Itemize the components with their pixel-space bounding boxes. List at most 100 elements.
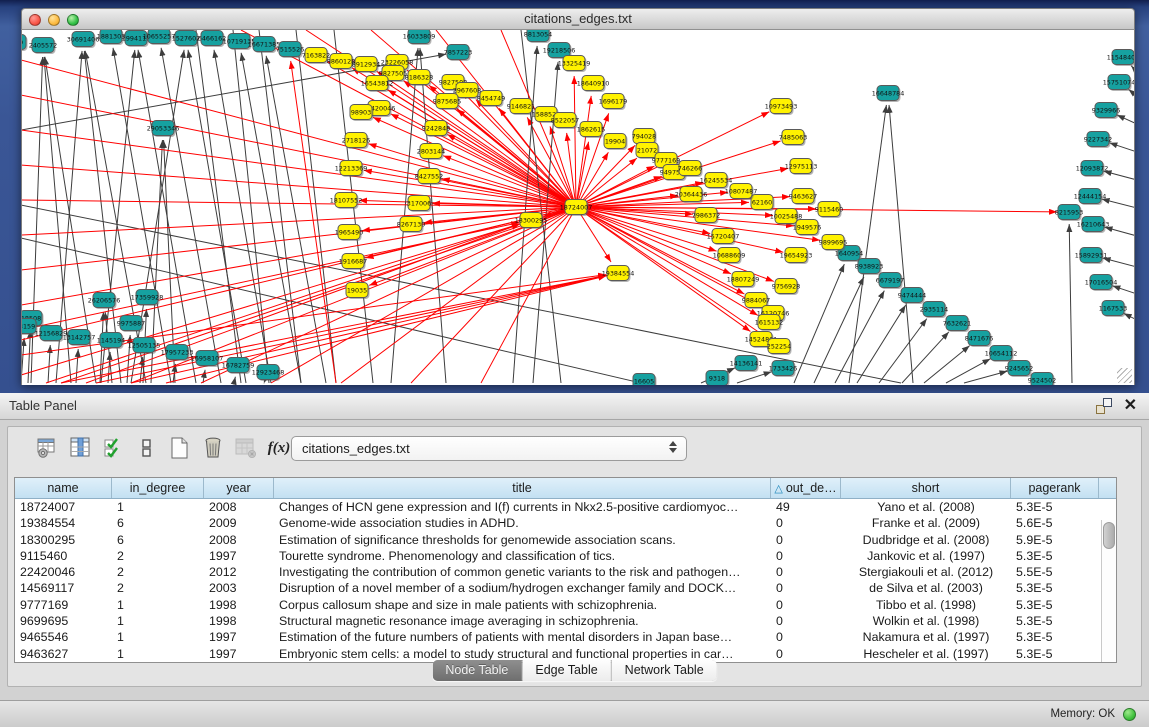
column-header-in_degree[interactable]: in_degree: [112, 478, 204, 498]
graph-edge[interactable]: [1069, 224, 1072, 383]
graph-edge[interactable]: [131, 50, 184, 383]
graph-edge[interactable]: [964, 371, 1007, 383]
table-row[interactable]: 1938455462009Genome-wide association stu…: [15, 515, 1116, 531]
graph-edge[interactable]: [22, 207, 576, 340]
table-row[interactable]: 969969511998Structural magnetic resonanc…: [15, 613, 1116, 629]
graph-node-selected[interactable]: 8912934: [352, 57, 380, 74]
graph-node[interactable]: 15892931: [1075, 248, 1108, 265]
tab-network-table[interactable]: Network Table: [612, 660, 717, 681]
graph-edge[interactable]: [576, 96, 591, 207]
graph-node[interactable]: 2935114: [920, 302, 948, 319]
graph-node[interactable]: 30691406: [67, 32, 100, 49]
graph-edge[interactable]: [737, 372, 772, 383]
rows-icon[interactable]: [135, 436, 159, 460]
graph-node[interactable]: 9227342: [1084, 132, 1112, 149]
graph-node[interactable]: 8938923: [855, 259, 883, 276]
graph-node-selected[interactable]: 12975113: [785, 159, 818, 176]
minimize-window-button[interactable]: [48, 14, 60, 26]
graph-node[interactable]: 8471676: [965, 331, 993, 348]
graph-node-selected[interactable]: 1615132: [755, 315, 783, 332]
graph-node-selected[interactable]: 15720407: [707, 229, 740, 246]
graph-node-selected[interactable]: 16245534: [700, 173, 733, 190]
graph-node[interactable]: 16605: [633, 374, 657, 386]
table-scrollbar[interactable]: [1101, 520, 1116, 662]
graph-edge[interactable]: [22, 223, 519, 330]
graph-node-selected[interactable]: 1949576: [793, 220, 821, 237]
graph-edge[interactable]: [1131, 66, 1135, 72]
tab-edge-table[interactable]: Edge Table: [522, 660, 611, 681]
graph-node-selected[interactable]: 19384554: [602, 266, 635, 283]
graph-node[interactable]: 9318: [706, 371, 730, 386]
select-all-columns-icon[interactable]: [102, 436, 126, 460]
table-row[interactable]: 2242004622012Investigating the contribut…: [15, 564, 1116, 580]
graph-edge[interactable]: [22, 338, 24, 383]
graph-node-selected[interactable]: 9899695: [819, 235, 847, 252]
graph-node-selected[interactable]: 9242848: [422, 121, 450, 138]
graph-edge[interactable]: [22, 60, 576, 207]
graph-edge[interactable]: [22, 130, 576, 207]
graph-edge[interactable]: [1109, 143, 1135, 152]
float-panel-icon[interactable]: [1096, 398, 1112, 414]
table-scrollbar-thumb[interactable]: [1103, 522, 1115, 549]
graph-edge[interactable]: [1117, 115, 1135, 124]
graph-edge[interactable]: [234, 377, 235, 383]
graph-edge[interactable]: [849, 105, 886, 383]
graph-node[interactable]: 9160: [22, 35, 28, 52]
graph-node[interactable]: 2405572: [29, 38, 57, 55]
graph-node-selected[interactable]: 8427552: [415, 169, 443, 186]
table-row[interactable]: 1830029562008Estimation of significance …: [15, 532, 1116, 548]
tab-node-table[interactable]: Node Table: [432, 660, 522, 681]
graph-node-selected[interactable]: 20364436: [675, 187, 708, 204]
table-row[interactable]: 911546021997Tourette syndrome. Phenomeno…: [15, 548, 1116, 564]
graph-node-selected[interactable]: 1696179: [599, 94, 627, 111]
graph-node[interactable]: 14136141: [730, 356, 763, 373]
graph-node[interactable]: 9245652: [1005, 361, 1033, 378]
table-row[interactable]: 1872400712008Changes of HCN gene express…: [15, 499, 1116, 515]
column-header-out_de[interactable]: △out_de…: [771, 478, 841, 498]
graph-edge[interactable]: [1103, 258, 1135, 267]
graph-node-selected[interactable]: 18107552: [330, 193, 363, 210]
graph-node[interactable]: 9329966: [1092, 103, 1120, 120]
column-header-year[interactable]: year: [204, 478, 274, 498]
graph-edge[interactable]: [22, 207, 576, 235]
table-selector-combobox[interactable]: citations_edges.txt: [291, 436, 687, 461]
graph-node[interactable]: 7515526: [276, 42, 304, 59]
graph-node[interactable]: 1733426: [769, 361, 797, 378]
graph-node-selected[interactable]: 7986372: [692, 208, 720, 225]
graph-edge[interactable]: [574, 76, 576, 207]
graph-node[interactable]: 9474444: [898, 288, 926, 305]
graph-edge[interactable]: [22, 207, 576, 375]
graph-node-selected[interactable]: 8267130: [397, 217, 425, 234]
graph-node-selected[interactable]: 1916687: [339, 254, 367, 271]
graph-node[interactable]: 1145194: [97, 333, 125, 350]
graph-node[interactable]: 12444154: [1074, 189, 1107, 206]
graph-node[interactable]: 8813054: [524, 30, 552, 43]
graph-node[interactable]: 1527602: [172, 31, 200, 48]
graph-node-selected[interactable]: 10688609: [713, 248, 746, 265]
graph-node[interactable]: 16958107: [191, 351, 224, 368]
close-window-button[interactable]: [29, 14, 41, 26]
column-header-short[interactable]: short: [841, 478, 1011, 498]
graph-node-selected[interactable]: 8186328: [405, 70, 433, 87]
column-header-name[interactable]: name: [15, 478, 112, 498]
graph-node-selected[interactable]: 10973493: [765, 99, 798, 116]
graph-node[interactable]: 11548408: [1107, 50, 1135, 67]
graph-node-selected[interactable]: 2803144: [417, 144, 445, 161]
new-table-icon[interactable]: [168, 436, 192, 460]
graph-edge[interactable]: [1105, 227, 1135, 236]
column-header-title[interactable]: title: [274, 478, 771, 498]
graph-node-selected[interactable]: 10807487: [725, 184, 758, 201]
graph-node[interactable]: 8215953: [1055, 205, 1083, 222]
network-window-titlebar[interactable]: citations_edges.txt: [21, 8, 1135, 30]
graph-edge[interactable]: [1112, 286, 1135, 294]
graph-node[interactable]: 16210643: [1077, 217, 1110, 234]
graph-node[interactable]: 17359928: [131, 290, 164, 307]
graph-node[interactable]: 1167533: [1099, 301, 1127, 318]
graph-node-selected[interactable]: 19654923: [780, 248, 813, 265]
table-row[interactable]: 977716911998Corpus callosum shape and si…: [15, 597, 1116, 613]
graph-node[interactable]: 7857223: [444, 45, 472, 62]
graph-node-selected[interactable]: 98903: [350, 105, 374, 122]
graph-node-selected[interactable]: 746266: [678, 161, 703, 178]
column-header-pagerank[interactable]: pagerank: [1011, 478, 1099, 498]
graph-edge[interactable]: [857, 305, 906, 383]
